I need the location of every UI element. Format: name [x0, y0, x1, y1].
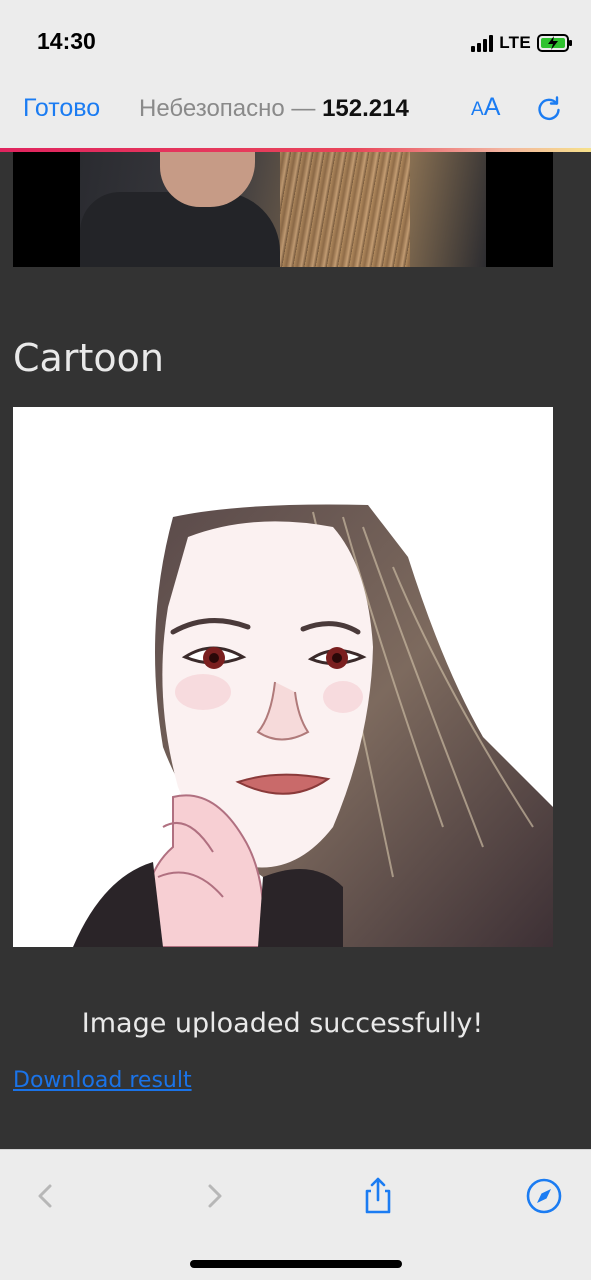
- forward-icon[interactable]: [192, 1174, 236, 1218]
- cartoon-heading: Cartoon: [13, 336, 164, 380]
- text-size-button[interactable]: AA: [471, 93, 500, 122]
- download-result-link[interactable]: Download result: [13, 1068, 192, 1093]
- home-indicator[interactable]: [190, 1260, 402, 1268]
- text-size-big-label: A: [483, 93, 501, 121]
- upload-status-message: Image uploaded successfully!: [81, 1008, 484, 1039]
- status-indicators: LTE: [471, 30, 573, 56]
- text-size-small-label: A: [471, 99, 484, 120]
- network-label: LTE: [499, 33, 531, 52]
- original-photo: [13, 152, 553, 267]
- address-security-label: Небезопасно —: [139, 95, 323, 122]
- battery-charging-icon: [537, 33, 573, 53]
- share-icon[interactable]: [356, 1174, 400, 1218]
- signal-icon: [471, 34, 494, 52]
- address-host: 152.214: [322, 95, 409, 122]
- done-button[interactable]: Готово: [23, 94, 100, 123]
- address-bar[interactable]: Небезопасно — 152.214: [139, 95, 409, 123]
- original-photo-image: [80, 152, 486, 267]
- browser-top-chrome: 14:30 LTE Готово Небезопасно — 152.214 A…: [0, 0, 591, 148]
- back-icon[interactable]: [24, 1174, 68, 1218]
- reload-icon[interactable]: [534, 94, 564, 124]
- cartoon-result-image: [13, 407, 553, 947]
- status-time: 14:30: [37, 28, 96, 54]
- compass-icon[interactable]: [522, 1174, 566, 1218]
- safari-nav-bar: Готово Небезопасно — 152.214 AA: [0, 80, 591, 140]
